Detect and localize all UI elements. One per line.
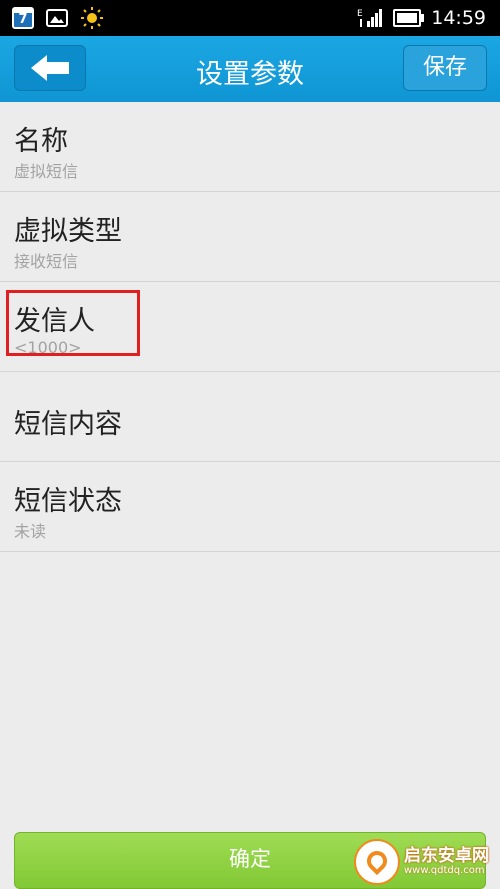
calendar-icon: 7 <box>12 7 34 29</box>
title-bar: 设置参数 保存 <box>0 36 500 102</box>
highlight-box <box>6 290 140 356</box>
status-bar: 7 E 14:59 <box>0 0 500 36</box>
image-icon <box>46 9 68 27</box>
calendar-day: 7 <box>18 12 28 27</box>
signal-icon: E <box>357 9 383 27</box>
setting-row-content[interactable]: 短信内容 <box>0 372 500 462</box>
network-type: E <box>357 9 363 19</box>
battery-icon <box>393 9 425 27</box>
setting-row-type[interactable]: 虚拟类型 接收短信 <box>0 192 500 282</box>
setting-label: 短信状态 <box>14 486 122 517</box>
setting-label: 短信内容 <box>14 409 122 440</box>
setting-label: 虚拟类型 <box>14 216 122 247</box>
watermark-url: www.qdtdq.com <box>404 865 485 876</box>
watermark-name: 启东安卓网 <box>404 846 489 866</box>
setting-value: 未读 <box>14 522 47 541</box>
watermark: 启东安卓网 www.qdtdq.com <box>354 835 494 887</box>
setting-value: 接收短信 <box>14 252 79 271</box>
save-button[interactable]: 保存 <box>403 45 487 91</box>
sun-icon <box>81 7 103 29</box>
clock: 14:59 <box>431 7 486 29</box>
setting-value: 虚拟短信 <box>14 162 79 181</box>
setting-row-status[interactable]: 短信状态 未读 <box>0 462 500 552</box>
setting-label: 名称 <box>14 126 68 157</box>
watermark-logo-icon <box>354 839 400 885</box>
setting-row-name[interactable]: 名称 虚拟短信 <box>0 102 500 192</box>
